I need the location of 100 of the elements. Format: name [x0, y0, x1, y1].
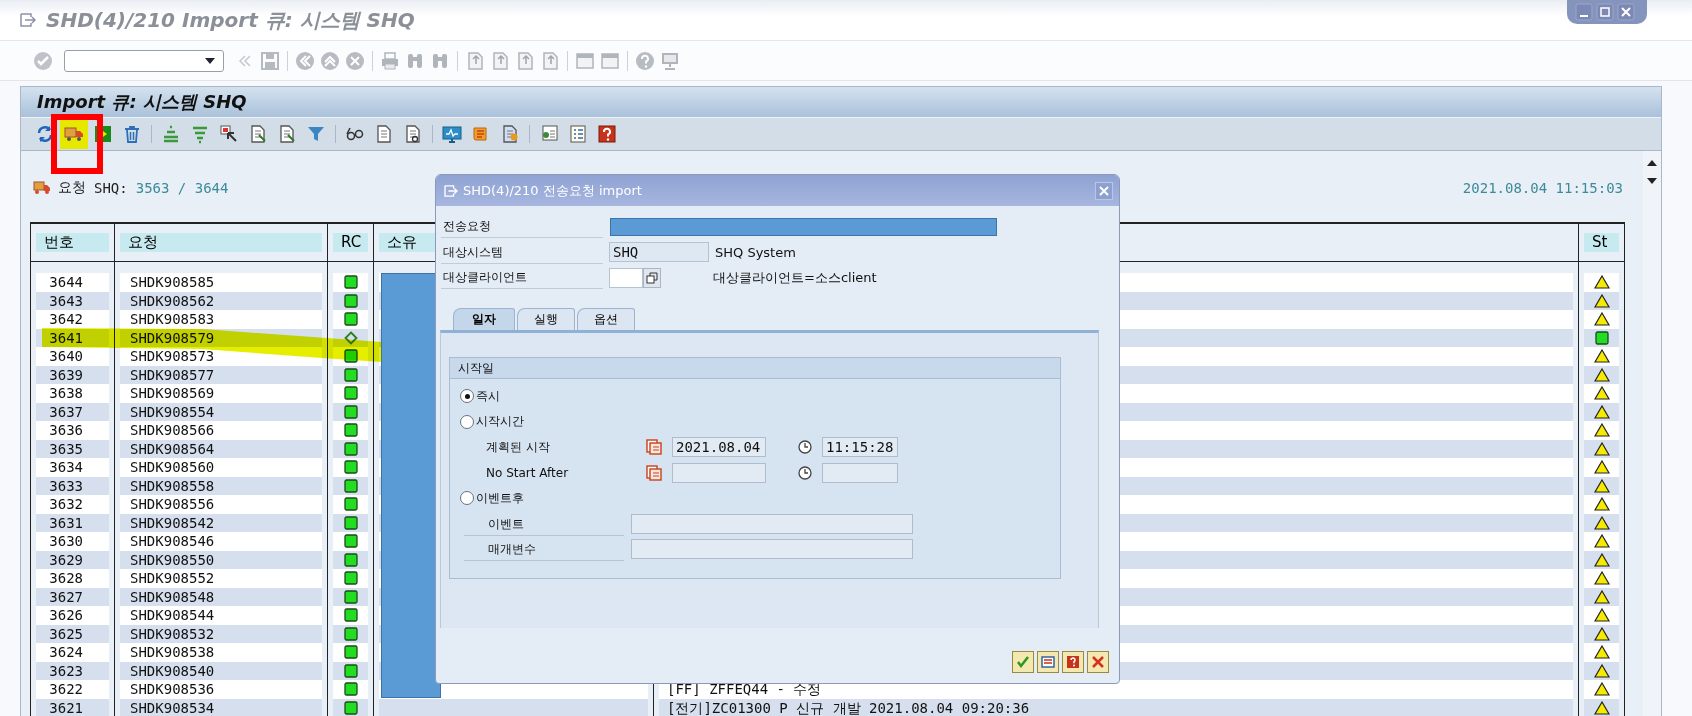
- column-header[interactable]: RC: [333, 232, 368, 252]
- time-field[interactable]: [822, 462, 898, 483]
- scroll-up-icon[interactable]: [1646, 158, 1658, 167]
- radio-label: 즉시: [476, 387, 500, 405]
- calendar-icon[interactable]: [646, 439, 662, 456]
- monitor-icon[interactable]: [442, 123, 462, 144]
- table-cell: SHDK908544: [120, 606, 322, 625]
- help-icon[interactable]: [597, 123, 617, 144]
- minimize-icon[interactable]: [1575, 3, 1593, 21]
- table-cell: 3628: [36, 569, 109, 588]
- window-title: SHD(4)/210 Import 큐: 시스템 SHQ: [46, 6, 415, 34]
- table-cell: SHDK908585: [120, 273, 322, 292]
- confirm-button[interactable]: [1012, 651, 1034, 673]
- close-icon: [1091, 655, 1105, 669]
- table-cell: SHDK908536: [120, 680, 322, 699]
- tab[interactable]: 옵션: [577, 307, 635, 330]
- column-header[interactable]: St: [1584, 232, 1619, 252]
- table-cell: SHDK908583: [120, 310, 322, 329]
- date-field[interactable]: [672, 462, 766, 483]
- table-cell: 3622: [36, 680, 109, 699]
- command-field[interactable]: [64, 49, 224, 72]
- page-icon[interactable]: [490, 50, 510, 71]
- column-header[interactable]: 요청: [120, 232, 322, 252]
- tab[interactable]: 일자: [453, 307, 515, 330]
- timestamp: 2021.08.04 11:15:03: [1462, 179, 1623, 196]
- table-cell: SHDK908546: [120, 532, 322, 551]
- scrollbar[interactable]: [1643, 150, 1661, 716]
- up-icon[interactable]: [320, 50, 340, 71]
- import-button[interactable]: [60, 118, 88, 149]
- dropdown-icon[interactable]: [205, 57, 215, 64]
- page-icon[interactable]: [540, 50, 560, 71]
- table-cell: 3644: [36, 273, 109, 292]
- table-cell: 3636: [36, 421, 109, 440]
- table-cell: 3632: [36, 495, 109, 514]
- print-icon[interactable]: [380, 50, 400, 71]
- document-icon[interactable]: [248, 123, 268, 144]
- check-icon: [1016, 655, 1030, 669]
- dialog-icon: [444, 184, 458, 197]
- close-icon: [1099, 185, 1109, 196]
- radio-button[interactable]: [460, 491, 474, 506]
- input-field[interactable]: SHQ: [609, 242, 709, 263]
- document-icon[interactable]: [277, 123, 297, 144]
- table-cell: SHDK908552: [120, 569, 322, 588]
- check-icon[interactable]: [33, 50, 53, 71]
- tab[interactable]: 실행: [517, 307, 575, 330]
- document-icon[interactable]: [403, 123, 423, 144]
- cursor-icon[interactable]: [219, 123, 239, 144]
- document-icon: [1041, 655, 1055, 669]
- table-cell: 3634: [36, 458, 109, 477]
- schedule-button[interactable]: [1037, 651, 1059, 673]
- value-help-button[interactable]: [643, 267, 661, 288]
- table-cell: 3626: [36, 606, 109, 625]
- calendar-icon[interactable]: [646, 464, 662, 481]
- table-cell: 3642: [36, 310, 109, 329]
- page-icon[interactable]: [465, 50, 485, 71]
- column-header[interactable]: 번호: [36, 232, 109, 252]
- table-cell: SHDK908556: [120, 495, 322, 514]
- trash-icon[interactable]: [122, 123, 142, 144]
- clock-icon[interactable]: [798, 440, 812, 455]
- field-label: No Start After: [485, 465, 570, 480]
- table-cell: SHDK908538: [120, 643, 322, 662]
- radio-button[interactable]: [460, 414, 474, 429]
- group-title: 시작일: [458, 360, 494, 375]
- input-field[interactable]: [609, 267, 643, 288]
- window-icon: [20, 13, 36, 27]
- input-field[interactable]: [631, 513, 913, 534]
- field-note: SHQ System: [715, 244, 796, 260]
- request-label: 요청: [58, 178, 86, 197]
- table-cell: SHDK908569: [120, 384, 322, 403]
- screen-title: Import 큐: 시스템 SHQ: [37, 89, 247, 114]
- dialog-title: SHD(4)/210 전송요청 import: [463, 181, 642, 200]
- date-field[interactable]: 2021.08.04: [672, 437, 766, 458]
- radio-button[interactable]: [460, 389, 474, 404]
- scroll-down-icon[interactable]: [1646, 176, 1658, 185]
- table-cell: 3630: [36, 532, 109, 551]
- back-icon[interactable]: [295, 50, 315, 71]
- bars-icon[interactable]: [161, 123, 181, 144]
- save-icon[interactable]: [260, 50, 280, 71]
- field-note: 대상클라이언트=소스client: [713, 268, 877, 287]
- highlight-frame: [51, 114, 103, 174]
- page-icon[interactable]: [515, 50, 535, 71]
- table-cell: 3624: [36, 643, 109, 662]
- copy-icon: [646, 271, 658, 284]
- clock-icon[interactable]: [798, 465, 812, 480]
- card-icon[interactable]: [539, 123, 559, 144]
- close-icon[interactable]: [1617, 3, 1635, 21]
- cancel-icon[interactable]: [345, 50, 365, 71]
- close-button[interactable]: [1095, 181, 1113, 200]
- maximize-icon[interactable]: [1596, 3, 1614, 21]
- input-field[interactable]: [631, 539, 913, 560]
- help-button[interactable]: [1062, 651, 1084, 673]
- cancel-button[interactable]: [1087, 651, 1109, 673]
- field-label: 계획된 시작: [485, 438, 551, 456]
- time-field[interactable]: 11:15:28: [822, 437, 898, 458]
- window-icon[interactable]: [575, 50, 595, 71]
- system-label: SHQ:: [94, 179, 128, 196]
- field-label: 매개변수: [464, 537, 624, 562]
- window-icon[interactable]: [600, 50, 620, 71]
- list-icon[interactable]: [568, 123, 588, 144]
- field-label: 대상클라이언트: [441, 266, 603, 290]
